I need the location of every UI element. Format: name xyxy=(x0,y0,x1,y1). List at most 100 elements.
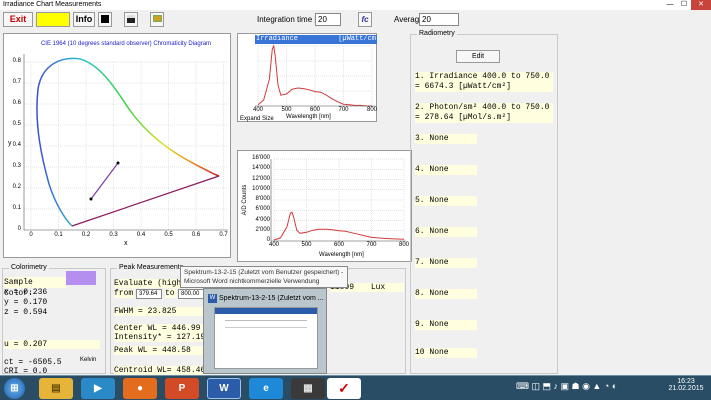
expand-size-link[interactable]: Expand Size xyxy=(240,116,274,122)
radiometry-edit-button[interactable]: Edit xyxy=(456,50,500,63)
exit-button[interactable]: Exit xyxy=(3,12,33,27)
thumbnail-header: W Spektrum-13-2-15 (Zuletzt vom ... xyxy=(208,292,324,304)
cie-y-label: y xyxy=(8,140,12,147)
irr-x-label: Wavelength [nm] xyxy=(286,114,331,120)
radiometry-row: 6. None xyxy=(415,227,477,237)
x-tick-label: 400 xyxy=(252,107,263,113)
cie-y-tick: 0.7 xyxy=(12,79,21,85)
x-value: x = 0.236 xyxy=(4,288,48,297)
average-input[interactable]: 20 xyxy=(419,13,459,26)
fwhm-value: FWHM = 23.825 xyxy=(114,307,206,316)
x-tick-label: 400 xyxy=(268,242,279,248)
x-tick-label: 800 xyxy=(366,107,377,113)
tray-clock[interactable]: 16:23 21.02.2015 xyxy=(666,378,706,392)
radiometry-row-title: 4. None xyxy=(415,165,477,175)
cie-chart-panel: CIE 1964 (10 degrees standard observer) … xyxy=(3,33,231,258)
thumbnail-document xyxy=(214,307,318,369)
thumbnail-ribbon xyxy=(215,308,317,314)
radiometry-row: 9. None xyxy=(415,320,477,330)
radiometry-row: 1. Irradiance 400.0 to 750.0 = 6674.3 [µW… xyxy=(415,72,553,92)
y-tick-label: 16'000 xyxy=(252,155,270,161)
explorer-icon[interactable]: ▤ xyxy=(39,378,73,399)
cie-x-tick: 0.7 xyxy=(219,232,228,238)
radiometry-row: 10 None xyxy=(415,348,477,358)
from-input[interactable]: 379.64 xyxy=(136,289,162,299)
powerpoint-icon[interactable]: P xyxy=(165,378,199,399)
window-title: Irradiance Chart Measurements xyxy=(3,1,102,8)
radiometry-row: 7. None xyxy=(415,258,477,268)
cie-x-tick: 0.1 xyxy=(54,232,63,238)
taskbar: ⊞ ▤ ▶ ● P W e ▦ ✓ ⌨ ◫ ⬒ ♪ ▣ ☗ ◉ ▲ ◔ ◐ 16… xyxy=(0,375,711,400)
x-tick-label: 500 xyxy=(301,242,312,248)
center-wl-value: Center WL = 446.99 xyxy=(114,324,201,333)
internet-explorer-icon[interactable]: e xyxy=(249,378,283,399)
maximize-button[interactable]: ☐ xyxy=(677,0,691,10)
integration-time-input[interactable]: 20 xyxy=(315,13,341,26)
x-tick-label: 700 xyxy=(338,107,349,113)
ad-counts-chart-panel: 16'000 14'000 12'000 10'000 8'000 6'000 4'000 2… xyxy=(237,150,412,262)
ad-x-label: Wavelength [nm] xyxy=(319,252,364,258)
radiometry-row-title: 7. None xyxy=(415,258,477,268)
checkmark-app-icon[interactable]: ✓ xyxy=(327,378,361,399)
minimize-button[interactable]: — xyxy=(663,0,677,10)
disk-icon xyxy=(127,15,135,23)
cie-y-tick: 0.1 xyxy=(12,205,21,211)
y-tick-label: 8'000 xyxy=(255,196,271,202)
cie-y-tick: 0.8 xyxy=(12,58,21,64)
stop-button[interactable] xyxy=(98,12,112,27)
cie-y-tick: 0.2 xyxy=(12,184,21,190)
sample-color-swatch xyxy=(66,271,96,285)
y-tick-label: 4'000 xyxy=(255,216,271,223)
cie-y-tick: 0.5 xyxy=(12,121,21,127)
kelvin-label: Kelvin xyxy=(80,357,97,363)
radiometry-row: 5. None xyxy=(415,196,477,206)
radiometry-row-title: 2. Photon/sm² 400.0 to 750.0 xyxy=(415,103,553,113)
irradiance-app-icon[interactable]: ▦ xyxy=(291,378,325,399)
close-button[interactable]: ✕ xyxy=(691,0,711,10)
window-controls: — ☐ ✕ xyxy=(663,0,711,10)
word-icon[interactable]: W xyxy=(207,378,241,399)
windows-start-icon[interactable]: ⊞ xyxy=(4,378,25,399)
centroid-wl-value: Centroid WL= 458.46 xyxy=(114,366,206,375)
radiometry-row-title: 8. None xyxy=(415,289,477,299)
x-tick-label: 600 xyxy=(333,242,344,248)
lux-unit: Lux xyxy=(370,283,386,292)
word-thumbnail-preview[interactable]: W Spektrum-13-2-15 (Zuletzt vom ... xyxy=(203,288,327,374)
x-tick-label: 700 xyxy=(366,242,377,248)
x-tick-label: 500 xyxy=(281,107,292,113)
firefox-icon[interactable]: ● xyxy=(123,378,157,399)
to-input[interactable]: 800.00 xyxy=(178,289,206,299)
center-block: Center WL = 446.99 Intensity* = 127.19 xyxy=(114,324,206,342)
cie-x-tick: 0.3 xyxy=(109,232,118,238)
tray-icons: ⌨ ◫ ⬒ ♪ ▣ ☗ ◉ ▲ ◔ ◐ xyxy=(516,381,618,391)
intensity-value: Intensity* = 127.19 xyxy=(114,333,206,342)
radiometry-row-value: = 278.64 [µMol/s.m²] xyxy=(415,113,553,123)
clock-time: 16:23 xyxy=(677,378,695,385)
taskbar-tooltip: Spektrum-13-2-15 (Zuletzt vom Benutzer g… xyxy=(180,266,348,288)
window-title-bar: Irradiance Chart Measurements xyxy=(0,0,711,10)
chromaticity-point xyxy=(89,197,93,201)
tooltip-line1: Spektrum-13-2-15 (Zuletzt vom Benutzer g… xyxy=(184,269,344,276)
from-label: from xyxy=(114,289,134,298)
fc-button[interactable]: fc xyxy=(358,12,372,27)
y-tick-label: 2'000 xyxy=(255,226,271,233)
colorimetry-xyz: x = 0.236 y = 0.170 z = 0.594 xyxy=(4,288,47,318)
cie-y-tick: 0.6 xyxy=(12,100,21,106)
ct-block: ct = -6505.5 CRI = 0.0 xyxy=(4,358,62,376)
radiometry-row-title: 3. None xyxy=(415,134,477,144)
info-button[interactable]: Info xyxy=(73,12,95,27)
open-folder-button[interactable] xyxy=(150,12,164,27)
y-tick-label: 6'000 xyxy=(255,206,271,213)
cie-y-tick: 0 xyxy=(17,226,21,232)
tooltip-line2: Microsoft Word nichtkommerzielle Verwend… xyxy=(184,278,320,285)
clock-date: 21.02.2015 xyxy=(668,385,704,392)
save-button[interactable] xyxy=(124,12,138,27)
colorimetry-title: Colorimetry xyxy=(9,264,49,271)
media-player-icon[interactable]: ▶ xyxy=(81,378,115,399)
cie-x-label: x xyxy=(124,240,128,247)
folder-icon xyxy=(152,15,162,22)
purple-line xyxy=(71,175,220,227)
yellow-button[interactable] xyxy=(36,12,70,27)
cie-y-tick: 0.3 xyxy=(12,163,21,169)
radiometry-row: 2. Photon/sm² 400.0 to 750.0 = 278.64 [µM… xyxy=(415,103,553,123)
